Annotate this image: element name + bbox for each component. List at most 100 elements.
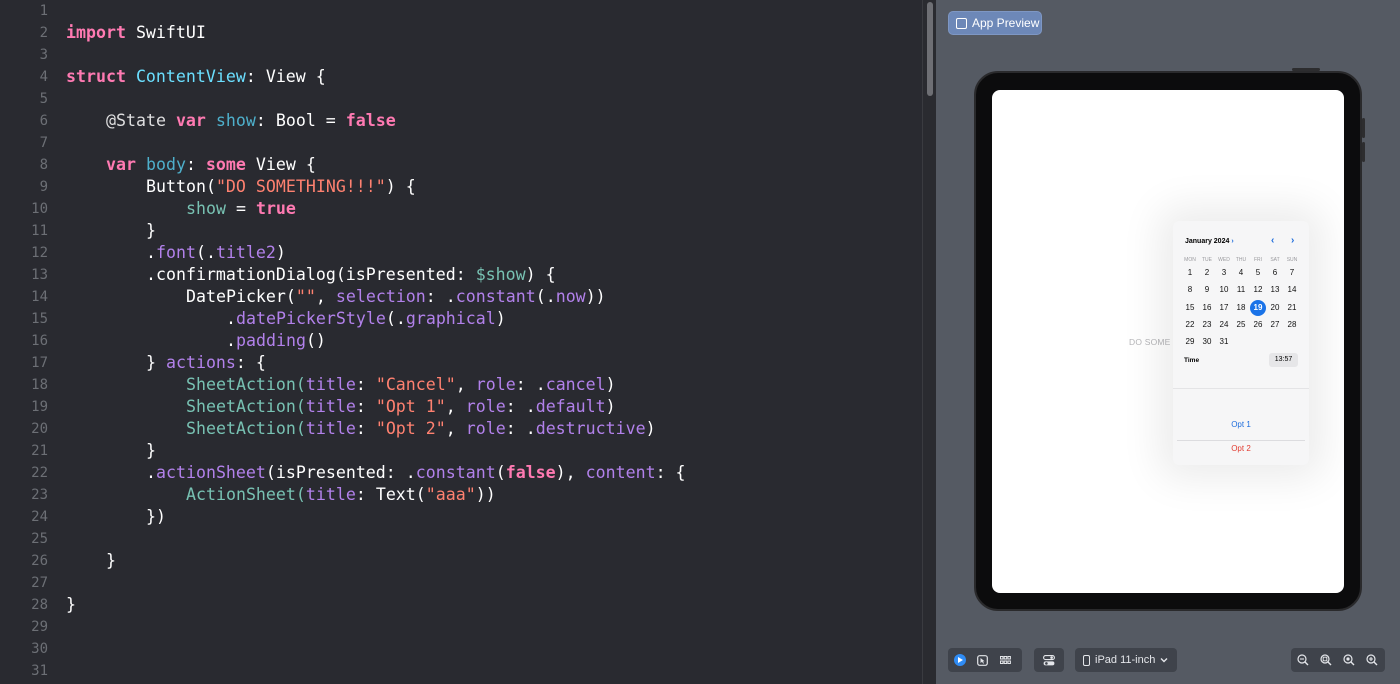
code-line-9[interactable]: Button("DO SOMETHING!!!") { <box>146 176 416 198</box>
code-token: () <box>305 331 326 350</box>
calendar-day[interactable]: 17 <box>1216 300 1232 316</box>
line-number: 1 <box>39 3 48 19</box>
code-token: some <box>205 155 246 174</box>
calendar-day[interactable]: 18 <box>1233 300 1249 316</box>
code-line-11[interactable]: } <box>146 220 156 242</box>
calendar-day[interactable]: 13 <box>1267 282 1283 298</box>
code-line-8[interactable]: var body: some View { <box>106 154 316 176</box>
calendar-day[interactable]: 15 <box>1182 300 1198 316</box>
calendar-day[interactable]: 2 <box>1199 265 1215 281</box>
line-number: 13 <box>31 267 48 283</box>
code-line-22[interactable]: .actionSheet(isPresented: .constant(fals… <box>146 462 686 484</box>
code-token: actionSheet <box>156 463 266 482</box>
code-line-24[interactable]: }) <box>146 506 166 528</box>
zoom-to-fit-button[interactable] <box>1314 648 1337 672</box>
device-selector[interactable]: iPad 11-inch <box>1075 648 1177 672</box>
weekday-label: WED <box>1218 257 1230 263</box>
code-line-12[interactable]: .font(.title2) <box>146 242 286 264</box>
code-token: )) <box>475 485 496 504</box>
calendar-day[interactable]: 12 <box>1250 282 1266 298</box>
line-number: 31 <box>31 663 48 679</box>
next-month-button[interactable]: › <box>1291 235 1294 246</box>
code-line-18[interactable]: SheetAction(title: "Cancel", role: .canc… <box>186 374 616 396</box>
previous-month-button[interactable]: ‹ <box>1271 235 1274 246</box>
line-number: 16 <box>31 333 48 349</box>
code-editor[interactable]: 1 2 3 4 5 6 7 8 9 10 11 12 13 14 15 16 17 18 19 20 21 22 23 24 2… <box>0 0 922 684</box>
time-picker[interactable]: 13:57 <box>1269 353 1298 367</box>
code-line-21[interactable]: } <box>146 440 156 462</box>
code-line-13[interactable]: .confirmationDialog(isPresented: $show) … <box>146 264 556 286</box>
calendar-day[interactable]: 26 <box>1250 317 1266 333</box>
calendar-day[interactable]: 11 <box>1233 282 1249 298</box>
calendar-month-selector[interactable]: January 2024 › <box>1185 238 1234 245</box>
code-line-17[interactable]: } actions: { <box>146 352 266 374</box>
code-token: true <box>255 199 296 218</box>
selectable-mode-button[interactable] <box>971 648 994 672</box>
line-number: 12 <box>31 245 48 261</box>
code-line-10[interactable]: show = true <box>186 198 296 220</box>
calendar-day[interactable]: 20 <box>1267 300 1283 316</box>
code-token: ContentView <box>125 67 246 86</box>
code-line-6[interactable]: @State var show: Bool = false <box>106 110 396 132</box>
calendar-day[interactable]: 24 <box>1216 317 1232 333</box>
weekday-label: SUN <box>1286 257 1298 263</box>
calendar-day[interactable]: 10 <box>1216 282 1232 298</box>
calendar-day[interactable]: 22 <box>1182 317 1198 333</box>
calendar-day[interactable]: 7 <box>1284 265 1300 281</box>
code-token: import <box>66 23 126 42</box>
code-line-19[interactable]: SheetAction(title: "Opt 1", role: .defau… <box>186 396 616 418</box>
code-token: default <box>535 397 606 416</box>
code-line-28[interactable]: } <box>66 594 76 616</box>
zoom-in-button[interactable] <box>1360 648 1383 672</box>
app-preview-button[interactable]: App Preview <box>948 11 1042 35</box>
calendar-day[interactable]: 21 <box>1284 300 1300 316</box>
code-line-4[interactable]: struct ContentView: View { <box>66 66 326 88</box>
code-token: role <box>465 397 506 416</box>
calendar-day-selected[interactable]: 19 <box>1250 299 1266 316</box>
code-line-16[interactable]: .padding() <box>226 330 326 352</box>
code-line-23[interactable]: ActionSheet(title: Text("aaa")) <box>186 484 496 506</box>
calendar-day[interactable]: 25 <box>1233 317 1249 333</box>
code-token: datePickerStyle <box>236 309 386 328</box>
calendar-day[interactable]: 28 <box>1284 317 1300 333</box>
code-token: title2 <box>215 243 276 262</box>
calendar-day[interactable]: 30 <box>1199 334 1215 350</box>
calendar-day[interactable]: 8 <box>1182 282 1198 298</box>
code-line-15[interactable]: .datePickerStyle(.graphical) <box>226 308 506 330</box>
calendar-day[interactable]: 1 <box>1182 265 1198 281</box>
line-number: 17 <box>31 355 48 371</box>
calendar-day[interactable]: 14 <box>1284 282 1300 298</box>
calendar-day[interactable]: 5 <box>1250 265 1266 281</box>
code-token: = <box>225 199 256 218</box>
preview-mode-group <box>948 648 1022 672</box>
calendar-day[interactable]: 31 <box>1216 334 1232 350</box>
live-preview-button[interactable] <box>948 648 971 672</box>
line-number: 28 <box>31 597 48 613</box>
code-token: ) { <box>385 177 416 196</box>
code-line-2[interactable]: import SwiftUI <box>66 22 206 44</box>
code-line-20[interactable]: SheetAction(title: "Opt 2", role: .destr… <box>186 418 656 440</box>
calendar-day[interactable]: 3 <box>1216 265 1232 281</box>
confirmation-dialog-popover[interactable]: January 2024 › ‹ › MON TUE WED THU FRI SAT SUN … <box>1173 221 1309 465</box>
option-opt2-button[interactable]: Opt 2 <box>1173 444 1309 453</box>
ipad-screen[interactable]: DO SOME January 2024 › ‹ › MON TUE WED THU FR… <box>992 90 1344 593</box>
calendar-day[interactable]: 23 <box>1199 317 1215 333</box>
calendar-day[interactable]: 27 <box>1267 317 1283 333</box>
code-line-14[interactable]: DatePicker("", selection: .constant(.now… <box>186 286 606 308</box>
calendar-day[interactable]: 16 <box>1199 300 1215 316</box>
zoom-actual-size-button[interactable] <box>1337 648 1360 672</box>
zoom-out-button[interactable] <box>1291 648 1314 672</box>
option-opt1-button[interactable]: Opt 1 <box>1173 420 1309 429</box>
calendar-day[interactable]: 4 <box>1233 265 1249 281</box>
device-settings-button[interactable] <box>1038 648 1061 672</box>
variants-grid-button[interactable] <box>994 648 1017 672</box>
code-line-26[interactable]: } <box>106 550 116 572</box>
editor-scrollbar[interactable] <box>922 0 937 684</box>
calendar-day[interactable]: 9 <box>1199 282 1215 298</box>
calendar-day[interactable]: 6 <box>1267 265 1283 281</box>
device-settings-group <box>1034 648 1064 672</box>
line-number: 25 <box>31 531 48 547</box>
code-token: ) <box>605 397 616 416</box>
scrollbar-thumb[interactable] <box>927 2 933 96</box>
calendar-day[interactable]: 29 <box>1182 334 1198 350</box>
